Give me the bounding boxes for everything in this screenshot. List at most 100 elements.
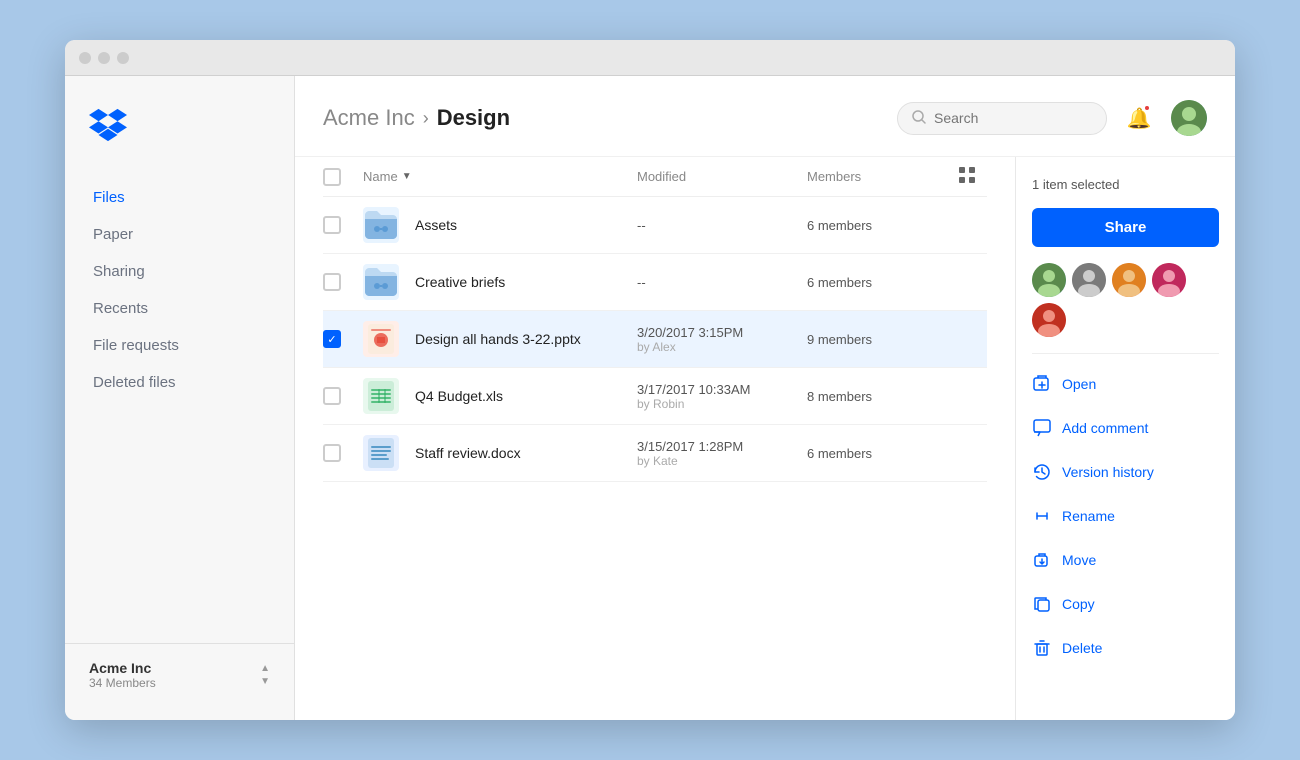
table-row[interactable]: Creative briefs -- 6 members (323, 254, 987, 311)
row-members-assets: 6 members (807, 218, 947, 233)
selected-info: 1 item selected (1032, 177, 1219, 192)
table-row[interactable]: Q4 Budget.xls 3/17/2017 10:33AM by Robin… (323, 368, 987, 425)
action-move[interactable]: Move (1032, 546, 1219, 574)
expand-arrows[interactable]: ▲ ▼ (260, 663, 270, 687)
traffic-light-maximize[interactable] (117, 52, 129, 64)
sidebar-footer-text: Acme Inc 34 Members (89, 660, 156, 690)
traffic-light-minimize[interactable] (98, 52, 110, 64)
header-checkbox-col (323, 168, 363, 186)
notification-bell[interactable]: 🔔 (1121, 100, 1157, 136)
table-row[interactable]: Design all hands 3-22.pptx 3/20/2017 3:1… (323, 311, 987, 368)
sidebar-footer: Acme Inc 34 Members ▲ ▼ (65, 643, 294, 700)
panel-divider (1032, 353, 1219, 354)
row-modified-pptx: 3/20/2017 3:15PM by Alex (637, 325, 807, 354)
row-name-pptx: Design all hands 3-22.pptx (363, 321, 637, 357)
row-filename-assets: Assets (415, 217, 457, 233)
logo-area (65, 106, 294, 179)
modified-by-docx: by Kate (637, 454, 807, 468)
row-checkbox-docx[interactable] (323, 444, 341, 462)
header-modified-col: Modified (637, 169, 807, 184)
row-checkbox-briefs[interactable] (323, 273, 341, 291)
row-name-briefs: Creative briefs (363, 264, 637, 300)
row-filename-pptx: Design all hands 3-22.pptx (415, 331, 581, 347)
select-all-checkbox[interactable] (323, 168, 341, 186)
row-members-docx: 6 members (807, 446, 947, 461)
member-avatar-2 (1072, 263, 1106, 297)
sidebar-item-file-requests[interactable]: File requests (81, 327, 278, 364)
row-members-pptx: 9 members (807, 332, 947, 347)
title-bar (65, 40, 1235, 76)
share-button[interactable]: Share (1032, 208, 1219, 247)
row-checkbox-xls[interactable] (323, 387, 341, 405)
member-avatar-1 (1032, 263, 1066, 297)
xls-icon (363, 378, 399, 414)
avatar-image (1171, 100, 1207, 136)
row-modified-xls: 3/17/2017 10:33AM by Robin (637, 382, 807, 411)
action-version-history[interactable]: Version history (1032, 458, 1219, 486)
action-open-label: Open (1062, 376, 1096, 392)
action-add-comment[interactable]: Add comment (1032, 414, 1219, 442)
members-count: 34 Members (89, 676, 156, 690)
header-name-label: Name (363, 169, 398, 184)
action-move-label: Move (1062, 552, 1096, 568)
breadcrumb-current: Design (437, 105, 510, 131)
row-checkbox-assets[interactable] (323, 216, 341, 234)
breadcrumb-parent: Acme Inc (323, 105, 415, 131)
user-avatar[interactable] (1171, 100, 1207, 136)
rename-icon (1032, 506, 1052, 526)
header-name-col: Name ▼ (363, 169, 637, 184)
member-avatar-3 (1112, 263, 1146, 297)
table-row[interactable]: Staff review.docx 3/15/2017 1:28PM by Ka… (323, 425, 987, 482)
row-check-docx (323, 444, 363, 462)
main-content: Acme Inc › Design (295, 76, 1235, 720)
sidebar: Files Paper Sharing Recents File request… (65, 76, 295, 720)
row-filename-docx: Staff review.docx (415, 445, 521, 461)
sidebar-item-paper[interactable]: Paper (81, 216, 278, 253)
row-checkbox-pptx[interactable] (323, 330, 341, 348)
row-members-xls: 8 members (807, 389, 947, 404)
browser-window: Files Paper Sharing Recents File request… (65, 40, 1235, 720)
row-modified-docx: 3/15/2017 1:28PM by Kate (637, 439, 807, 468)
modified-by-pptx: by Alex (637, 340, 807, 354)
action-delete[interactable]: Delete (1032, 634, 1219, 662)
action-copy-label: Copy (1062, 596, 1095, 612)
search-input[interactable] (934, 110, 1092, 126)
search-icon (912, 110, 926, 127)
comment-icon (1032, 418, 1052, 438)
sort-icon[interactable]: ▼ (402, 171, 412, 182)
search-bar[interactable] (897, 102, 1107, 135)
breadcrumb: Acme Inc › Design (323, 105, 510, 131)
sidebar-item-recents[interactable]: Recents (81, 290, 278, 327)
sidebar-item-deleted-files[interactable]: Deleted files (81, 364, 278, 401)
delete-icon (1032, 638, 1052, 658)
copy-icon (1032, 594, 1052, 614)
folder-icon-briefs (363, 264, 399, 300)
traffic-light-close[interactable] (79, 52, 91, 64)
sidebar-item-files[interactable]: Files (81, 179, 278, 216)
action-delete-label: Delete (1062, 640, 1102, 656)
header-grid-col[interactable] (947, 167, 987, 186)
row-name-docx: Staff review.docx (363, 435, 637, 471)
modified-date-xls: 3/17/2017 10:33AM (637, 382, 807, 397)
modified-by-xls: by Robin (637, 397, 807, 411)
member-avatar-4 (1152, 263, 1186, 297)
row-modified-briefs: -- (637, 275, 807, 290)
table-header: Name ▼ Modified Members (323, 157, 987, 197)
modified-date-assets: -- (637, 218, 807, 233)
notification-dot (1143, 104, 1151, 112)
action-rename-label: Rename (1062, 508, 1115, 524)
dropbox-logo (89, 106, 127, 144)
member-avatars (1032, 263, 1219, 337)
sidebar-item-sharing[interactable]: Sharing (81, 253, 278, 290)
action-rename[interactable]: Rename (1032, 502, 1219, 530)
nav-items: Files Paper Sharing Recents File request… (65, 179, 294, 643)
main-header: Acme Inc › Design (295, 76, 1235, 157)
file-area: Name ▼ Modified Members (295, 157, 1235, 720)
table-row[interactable]: Assets -- 6 members (323, 197, 987, 254)
row-check-assets (323, 216, 363, 234)
row-name-assets: Assets (363, 207, 637, 243)
row-filename-briefs: Creative briefs (415, 274, 505, 290)
action-copy[interactable]: Copy (1032, 590, 1219, 618)
row-filename-xls: Q4 Budget.xls (415, 388, 503, 404)
action-open[interactable]: Open (1032, 370, 1219, 398)
